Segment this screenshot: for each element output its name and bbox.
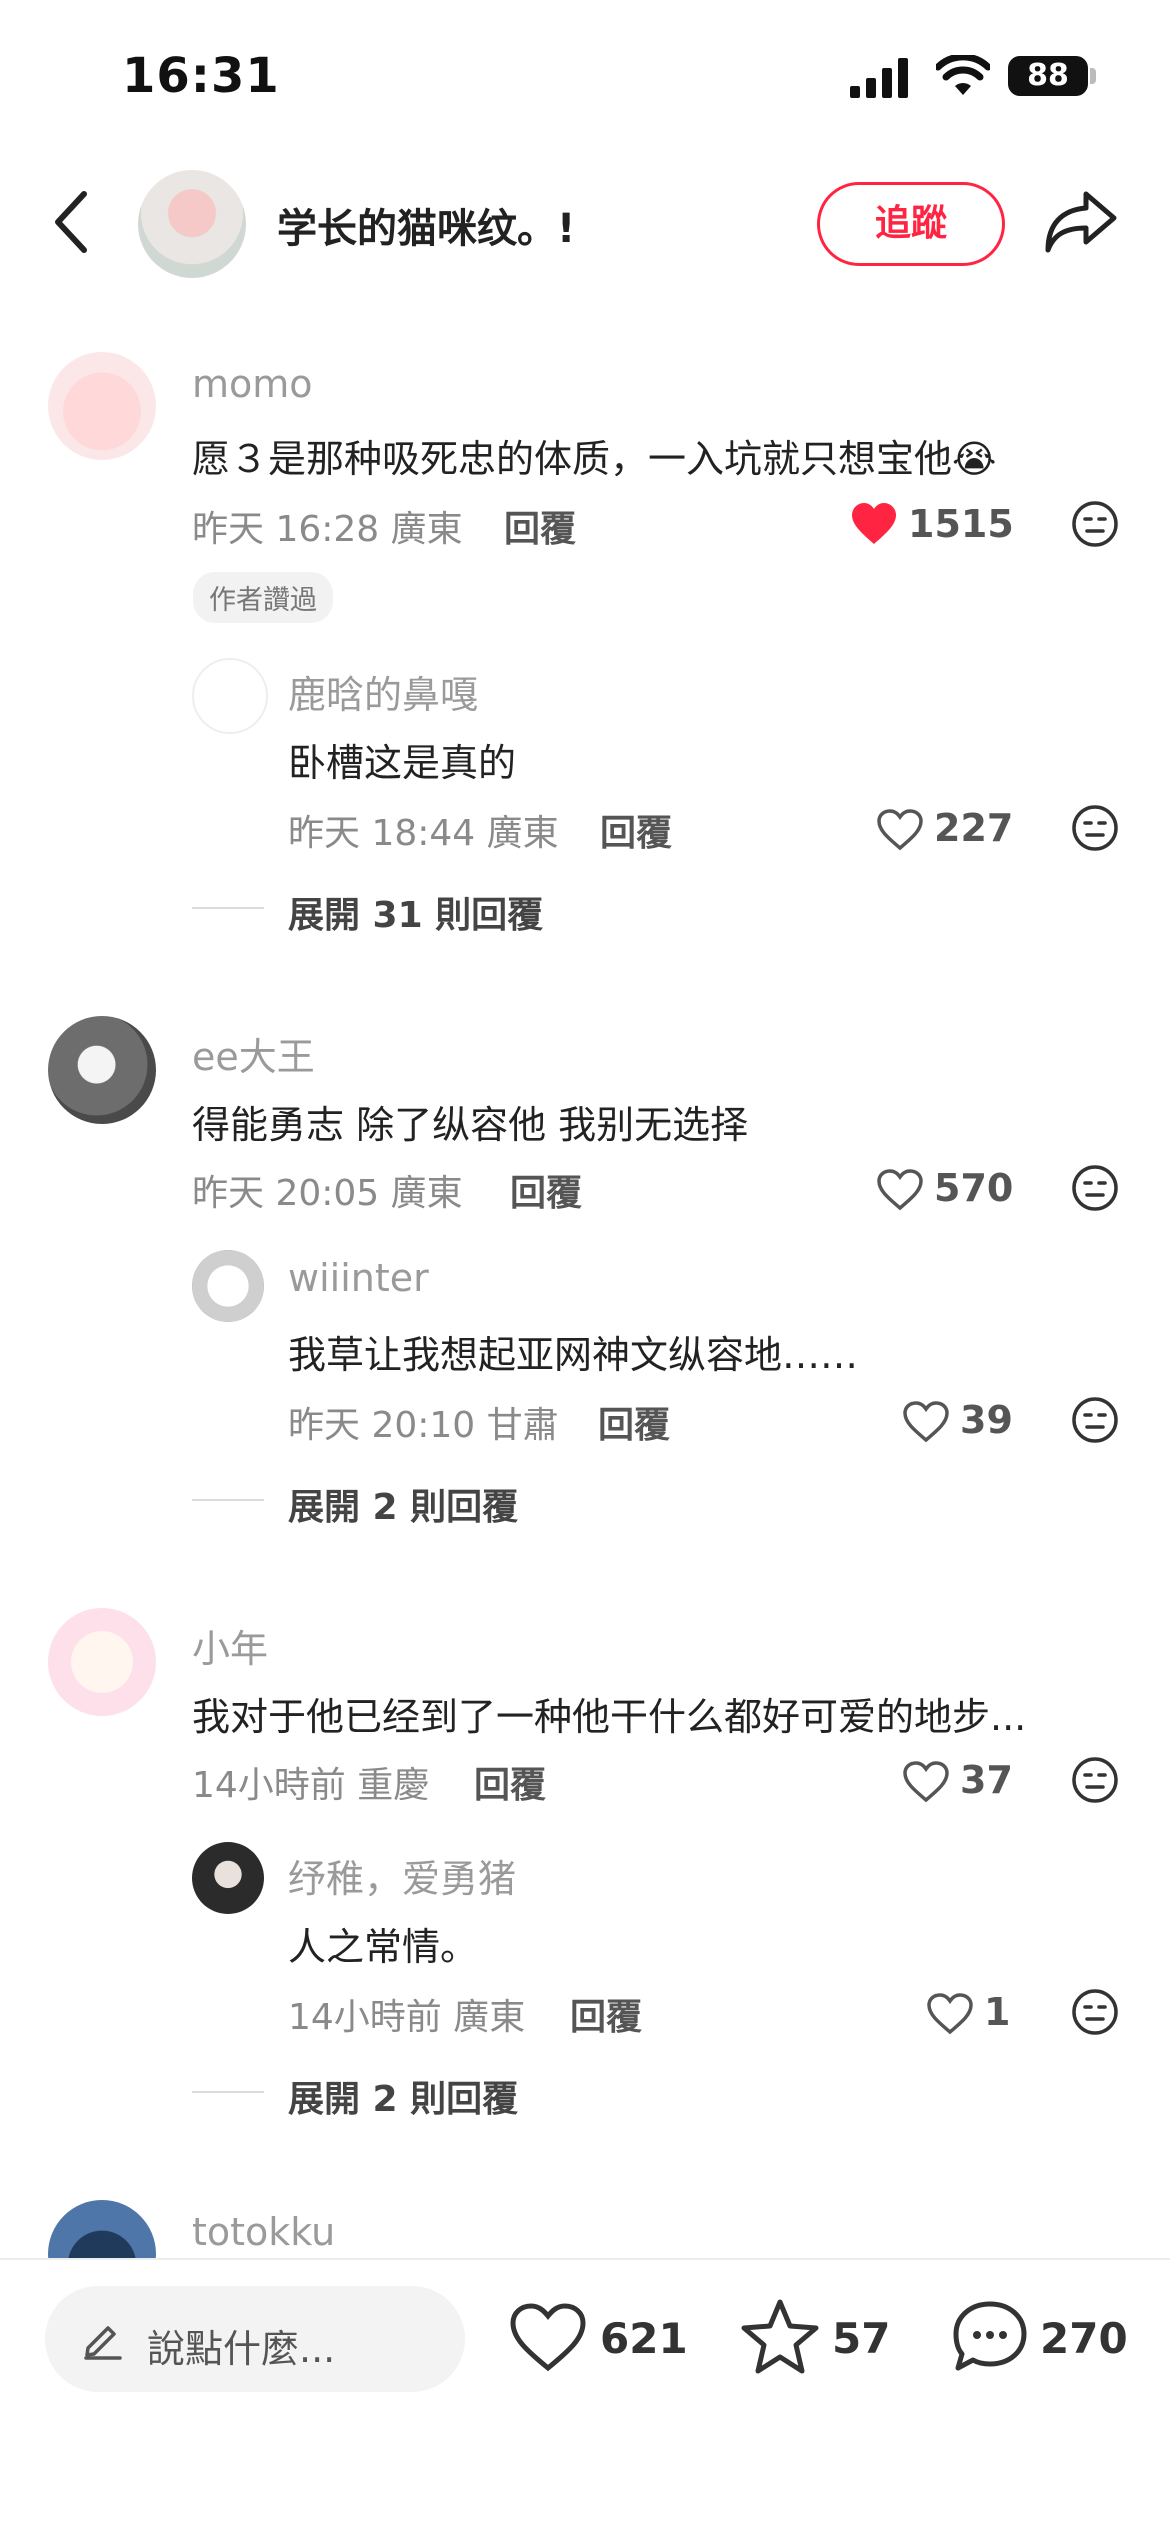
pencil-icon <box>84 2326 122 2360</box>
dislike-face-icon[interactable] <box>1071 1396 1119 1444</box>
reply-button[interactable]: 回覆 <box>598 1396 670 1448</box>
reply-avatar[interactable] <box>192 1250 264 1322</box>
expand-replies-button[interactable]: 展開 2 則回覆 <box>288 1478 518 1530</box>
comment-bubble-icon[interactable] <box>950 2298 1030 2376</box>
like-count: 570 <box>934 1166 1014 1210</box>
reply-username[interactable]: 纾稚，爱勇猪 <box>288 1848 516 1903</box>
heart-filled-icon[interactable] <box>850 502 898 546</box>
comment-meta: 昨天 20:05 廣東 <box>192 1173 463 1214</box>
reply-meta: 14小時前 廣東 <box>288 1997 526 2038</box>
post-favorite-count: 57 <box>832 2314 891 2363</box>
reply-text: 人之常情。 <box>288 1925 479 1969</box>
post-comment-count: 270 <box>1040 2314 1128 2363</box>
comment-text: 我对于他已经到了一种他干什么都好可爱的地步... <box>192 1695 1027 1739</box>
bottom-bar-divider <box>0 2258 1170 2260</box>
reply-text: 卧槽这是真的 <box>288 741 517 785</box>
reply-avatar[interactable] <box>192 658 268 734</box>
reply-username[interactable]: 鹿晗的鼻嘎 <box>288 664 478 719</box>
reply-button[interactable]: 回覆 <box>474 1756 546 1808</box>
post-like-count: 621 <box>600 2314 688 2363</box>
battery-cap <box>1090 68 1096 84</box>
share-arrow-icon[interactable] <box>1044 188 1118 254</box>
battery-indicator: 88 <box>1008 56 1088 96</box>
reply-meta: 昨天 20:10 甘肅 <box>288 1405 559 1446</box>
commenter-name[interactable]: ee大王 <box>192 1026 315 1081</box>
reply-username[interactable]: wiiinter <box>288 1256 429 1300</box>
heart-outline-icon[interactable] <box>926 1992 974 2036</box>
dislike-face-icon[interactable] <box>1071 1756 1119 1804</box>
reply-button[interactable]: 回覆 <box>600 804 672 856</box>
author-liked-badge: 作者讚過 <box>193 572 333 623</box>
like-heart-icon[interactable] <box>508 2302 588 2374</box>
expand-divider <box>192 2091 264 2093</box>
commenter-avatar[interactable] <box>48 1608 156 1716</box>
follow-button[interactable]: 追蹤 <box>817 182 1005 266</box>
back-chevron-icon[interactable] <box>52 190 92 254</box>
like-count: 1 <box>984 1990 1011 2034</box>
comment-text: 得能勇志 除了纵容他 我别无选择 <box>192 1103 749 1147</box>
comment-text: 愿３是那种吸死忠的体质，一入坑就只想宝他😭 <box>192 437 997 481</box>
favorite-star-icon[interactable] <box>740 2298 820 2376</box>
expand-divider <box>192 907 264 909</box>
dislike-face-icon[interactable] <box>1071 500 1119 548</box>
heart-outline-icon[interactable] <box>902 1760 950 1804</box>
status-time: 16:31 <box>122 48 280 104</box>
commenter-name[interactable]: totokku <box>192 2210 335 2254</box>
reply-button[interactable]: 回覆 <box>504 500 576 552</box>
reply-button[interactable]: 回覆 <box>510 1164 582 1216</box>
reply-avatar[interactable] <box>192 1842 264 1914</box>
commenter-avatar[interactable] <box>48 352 156 460</box>
commenter-name[interactable]: momo <box>192 362 313 406</box>
commenter-avatar[interactable] <box>48 1016 156 1124</box>
expand-divider <box>192 1499 264 1501</box>
heart-outline-icon[interactable] <box>876 808 924 852</box>
dislike-face-icon[interactable] <box>1071 1988 1119 2036</box>
reply-text: 我草让我想起亚网神文纵容地…… <box>288 1333 859 1377</box>
author-avatar[interactable] <box>138 170 246 278</box>
heart-outline-icon[interactable] <box>876 1168 924 1212</box>
like-count: 39 <box>960 1398 1013 1442</box>
reply-button[interactable]: 回覆 <box>570 1988 642 2040</box>
expand-replies-button[interactable]: 展開 31 則回覆 <box>288 886 543 938</box>
comment-meta: 昨天 16:28 廣東 <box>192 509 463 550</box>
heart-outline-icon[interactable] <box>902 1400 950 1444</box>
like-count: 1515 <box>908 502 1014 546</box>
cellular-signal-icon <box>850 58 908 98</box>
reply-meta: 昨天 18:44 廣東 <box>288 813 559 854</box>
comment-input-placeholder[interactable]: 說點什麼... <box>147 2318 335 2373</box>
dislike-face-icon[interactable] <box>1071 804 1119 852</box>
like-count: 227 <box>934 806 1014 850</box>
author-name[interactable]: 学长的猫咪纹。! <box>277 196 575 254</box>
expand-replies-button[interactable]: 展開 2 則回覆 <box>288 2070 518 2122</box>
dislike-face-icon[interactable] <box>1071 1164 1119 1212</box>
commenter-name[interactable]: 小年 <box>192 1618 268 1673</box>
comment-meta: 14小時前 重慶 <box>192 1765 430 1806</box>
wifi-icon <box>936 55 990 95</box>
like-count: 37 <box>960 1758 1013 1802</box>
